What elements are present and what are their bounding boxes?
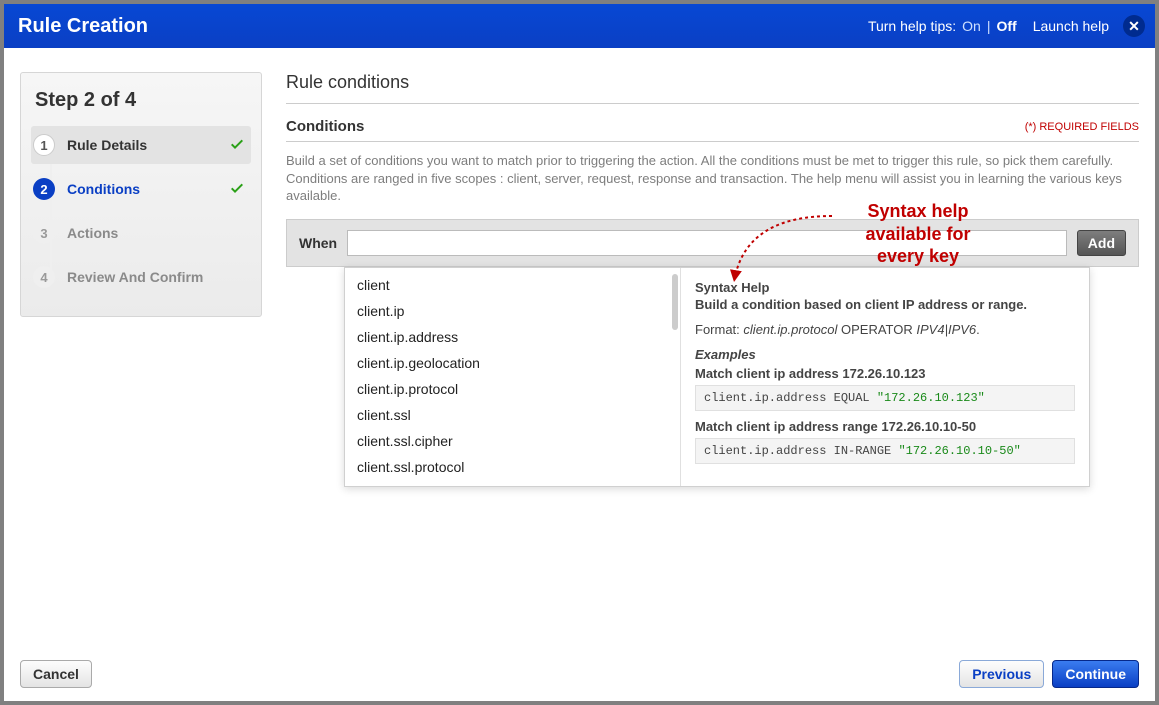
previous-button[interactable]: Previous (959, 660, 1044, 688)
separator: | (987, 18, 991, 34)
wizard-step-review[interactable]: 4 Review And Confirm (31, 258, 251, 296)
footer-bar: Cancel Previous Continue (4, 647, 1155, 701)
wizard-step-actions[interactable]: 3 Actions (31, 214, 251, 252)
check-icon (229, 181, 245, 197)
check-icon (229, 137, 245, 153)
main-content: Rule conditions Conditions (*) REQUIRED … (262, 72, 1139, 647)
syntax-help-format: Format: client.ip.protocol OPERATOR IPV4… (695, 322, 1075, 337)
step-label: Review And Confirm (67, 269, 203, 285)
syntax-help-panel: Syntax Help Build a condition based on c… (681, 268, 1089, 486)
option-client-ip[interactable]: client.ip (345, 298, 680, 324)
condition-builder-row: When Add (286, 219, 1139, 267)
format-prefix: Format: (695, 322, 740, 337)
required-fields-note: (*) REQUIRED FIELDS (1025, 121, 1139, 133)
add-button[interactable]: Add (1077, 230, 1126, 256)
dialog-window: Rule Creation Turn help tips: On | Off L… (0, 0, 1159, 705)
wizard-step-rule-details[interactable]: 1 Rule Details (31, 126, 251, 164)
header-controls: Turn help tips: On | Off Launch help ✕ (868, 15, 1145, 37)
condition-input[interactable] (347, 230, 1067, 256)
close-icon[interactable]: ✕ (1123, 15, 1145, 37)
body: Step 2 of 4 1 Rule Details 2 Conditions (4, 48, 1155, 647)
help-tips-label: Turn help tips: (868, 18, 956, 34)
cancel-button[interactable]: Cancel (20, 660, 92, 688)
section-header: Conditions (*) REQUIRED FIELDS (286, 118, 1139, 142)
when-label: When (299, 235, 337, 251)
wizard-sidebar: Step 2 of 4 1 Rule Details 2 Conditions (20, 72, 262, 317)
dialog-title: Rule Creation (18, 15, 148, 38)
option-client-ssl-protocol[interactable]: client.ssl.protocol (345, 454, 680, 480)
code-string: "172.26.10.10-50" (898, 444, 1020, 458)
option-client-ip-address[interactable]: client.ip.address (345, 324, 680, 350)
title-bar: Rule Creation Turn help tips: On | Off L… (4, 4, 1155, 48)
step-label: Actions (67, 225, 118, 241)
section-title: Conditions (286, 118, 364, 135)
step-label: Rule Details (67, 137, 147, 153)
autocomplete-panel: client client.ip client.ip.address clien… (344, 267, 1090, 487)
option-client-ip-geolocation[interactable]: client.ip.geolocation (345, 350, 680, 376)
continue-button[interactable]: Continue (1052, 660, 1139, 688)
option-client[interactable]: client (345, 272, 680, 298)
format-expression: client.ip.protocol (743, 322, 837, 337)
example2-code: client.ip.address IN-RANGE "172.26.10.10… (695, 438, 1075, 464)
page-title: Rule conditions (286, 72, 1139, 104)
option-client-ssl[interactable]: client.ssl (345, 402, 680, 428)
example1-label: Match client ip address 172.26.10.123 (695, 366, 1075, 381)
step-number: 1 (33, 134, 55, 156)
step-number: 2 (33, 178, 55, 200)
example1-code: client.ip.address EQUAL "172.26.10.123" (695, 385, 1075, 411)
examples-heading: Examples (695, 347, 1075, 362)
step-heading: Step 2 of 4 (35, 89, 247, 112)
launch-help-link[interactable]: Launch help (1033, 18, 1109, 34)
syntax-help-desc: Build a condition based on client IP add… (695, 297, 1075, 312)
option-list[interactable]: client client.ip client.ip.address clien… (345, 268, 681, 486)
syntax-help-title: Syntax Help (695, 280, 1075, 295)
section-description: Build a set of conditions you want to ma… (286, 152, 1139, 205)
code-text: client.ip.address IN-RANGE (704, 444, 898, 458)
example2-label: Match client ip address range 172.26.10.… (695, 419, 1075, 434)
format-suffix: IPV4|IPV6 (916, 322, 976, 337)
code-text: client.ip.address EQUAL (704, 391, 877, 405)
code-string: "172.26.10.123" (877, 391, 985, 405)
format-operator: OPERATOR (841, 322, 913, 337)
help-tips-on[interactable]: On (962, 18, 981, 34)
option-client-ip-protocol[interactable]: client.ip.protocol (345, 376, 680, 402)
step-number: 3 (33, 222, 55, 244)
help-tips-off[interactable]: Off (996, 18, 1016, 34)
step-number: 4 (33, 266, 55, 288)
wizard-steps: 1 Rule Details 2 Conditions 3 Actions (31, 126, 251, 296)
wizard-step-conditions[interactable]: 2 Conditions (31, 170, 251, 208)
option-client-ssl-cipher[interactable]: client.ssl.cipher (345, 428, 680, 454)
step-label: Conditions (67, 181, 140, 197)
scrollbar-thumb[interactable] (672, 274, 678, 330)
